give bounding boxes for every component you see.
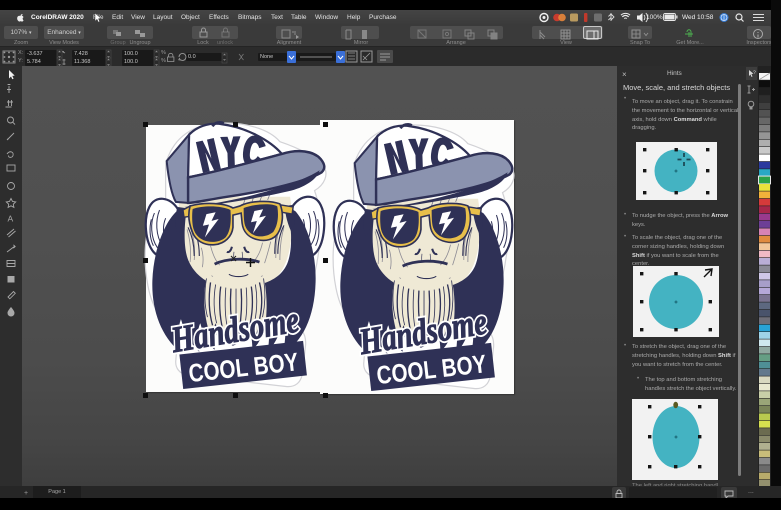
svg-text:?: ?	[753, 70, 756, 76]
svg-text:A: A	[8, 214, 14, 224]
